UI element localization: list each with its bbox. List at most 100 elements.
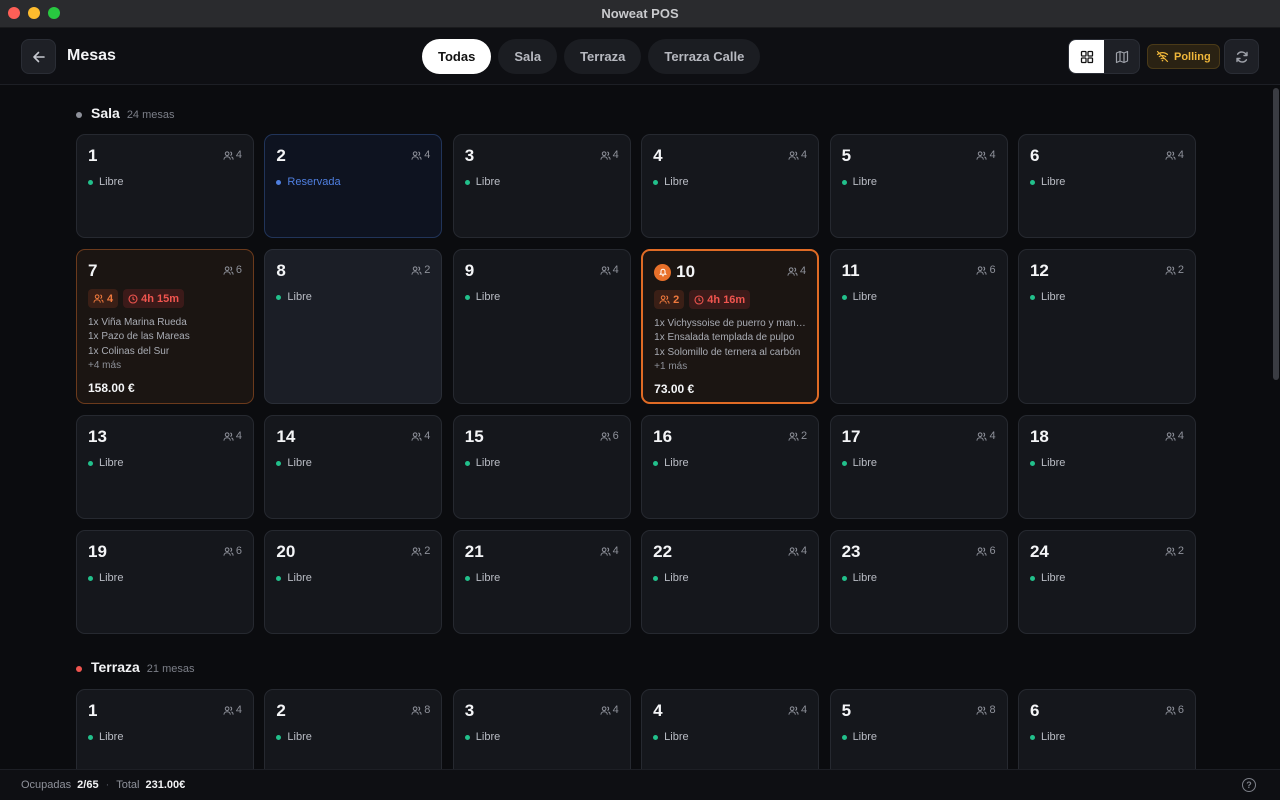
table-card[interactable]: 4 4 Libre — [641, 689, 820, 769]
users-icon — [411, 150, 422, 160]
tab-sala[interactable]: Sala — [498, 39, 558, 74]
table-status: Libre — [653, 176, 807, 188]
table-card[interactable]: 17 4 Libre — [829, 415, 1008, 519]
table-card[interactable]: 24 2 Libre — [1017, 530, 1196, 634]
table-number-row: 2 — [276, 146, 430, 166]
table-card[interactable]: 11 6 Libre — [829, 249, 1008, 404]
seat-count: 4 — [235, 430, 242, 442]
tab-todas[interactable]: Todas — [422, 39, 492, 74]
table-capacity: 4 — [411, 430, 430, 442]
table-number-row: 5 — [842, 701, 996, 721]
seat-count: 4 — [801, 149, 808, 161]
status-label: Libre — [1040, 731, 1066, 743]
table-card[interactable]: 8 2 Libre — [264, 249, 443, 404]
table-number-row: 14 — [276, 427, 430, 447]
occupied-value: 2/65 — [77, 779, 99, 791]
table-card[interactable]: 9 4 Libre — [452, 249, 631, 404]
table-status: Libre — [1029, 291, 1184, 303]
seat-count: 6 — [612, 430, 619, 442]
map-view-button[interactable] — [1104, 40, 1139, 73]
help-icon[interactable]: ? — [1242, 778, 1256, 792]
users-icon — [600, 431, 611, 441]
polling-status-badge[interactable]: Polling — [1147, 44, 1220, 69]
bell-icon — [658, 268, 667, 277]
table-card[interactable]: 6 4 Libre — [1017, 134, 1196, 238]
table-number-row: 13 — [88, 427, 242, 447]
table-card[interactable]: 5 8 Libre — [829, 689, 1008, 769]
table-number-row: 7 — [88, 261, 242, 281]
users-icon — [600, 705, 611, 715]
table-card[interactable]: 7 6 4 4h 15m 1x Viña Marina Rueda 1x Pazo de … — [76, 249, 254, 404]
users-icon — [976, 431, 988, 441]
table-card[interactable]: 1 4 Libre — [76, 689, 254, 769]
tab-terraza-calle[interactable]: Terraza Calle — [648, 39, 761, 74]
table-status: Libre — [276, 457, 430, 469]
table-card[interactable]: 1 4 Libre — [76, 134, 254, 238]
table-card[interactable]: 14 4 Libre — [264, 415, 443, 519]
tab-terraza[interactable]: Terraza — [564, 39, 642, 74]
table-card[interactable]: 12 2 Libre — [1017, 249, 1196, 404]
seat-count: 4 — [424, 430, 431, 442]
table-capacity: 4 — [788, 704, 807, 716]
section-header: Sala 24 mesas — [76, 105, 1196, 125]
table-capacity: 4 — [788, 149, 807, 161]
sala-tables-grid: 1 4 Libre 2 4 Reservada 3 4 Libre 4 4 Libre 5 4 Libre 6… — [76, 134, 1196, 634]
table-capacity: 8 — [411, 704, 430, 716]
refresh-button[interactable] — [1224, 39, 1259, 74]
table-card[interactable]: 19 6 Libre — [76, 530, 254, 634]
table-card[interactable]: 6 6 Libre — [1017, 689, 1196, 769]
table-card[interactable]: 23 6 Libre — [829, 530, 1008, 634]
table-card[interactable]: 21 4 Libre — [452, 530, 631, 634]
order-item: 1x Vichyssoise de puerro y manzana — [654, 318, 807, 329]
table-capacity: 2 — [1165, 545, 1184, 557]
vertical-scrollbar[interactable] — [1273, 88, 1279, 380]
page-title: Mesas — [67, 47, 116, 64]
table-card[interactable]: 10 4 2 4h 16m 1x Vichyssoise de puerro y man… — [641, 249, 820, 404]
table-card[interactable]: 16 2 Libre — [641, 415, 820, 519]
tables-scroll-area[interactable]: Sala 24 mesas 1 4 Libre 2 4 Reservada 3 4 Libre 4… — [0, 86, 1270, 769]
more-items: +1 más — [654, 360, 688, 372]
status-label: Libre — [852, 572, 878, 584]
table-card[interactable]: 18 4 Libre — [1017, 415, 1196, 519]
table-card[interactable]: 15 6 Libre — [452, 415, 631, 519]
table-number-row: 6 — [1030, 701, 1184, 721]
table-card[interactable]: 2 4 Reservada — [264, 134, 443, 238]
table-capacity: 2 — [1165, 264, 1184, 276]
status-dot — [1029, 294, 1035, 300]
view-mode-toggle — [1068, 39, 1140, 74]
table-card[interactable]: 2 8 Libre — [264, 689, 443, 769]
minimize-window-button[interactable] — [28, 7, 40, 19]
table-status: Libre — [1029, 572, 1184, 584]
table-card[interactable]: 4 4 Libre — [641, 134, 820, 238]
table-capacity: 8 — [976, 704, 996, 716]
users-icon — [411, 546, 422, 556]
back-button[interactable] — [21, 39, 56, 74]
table-card[interactable]: 5 4 Libre — [829, 134, 1008, 238]
status-label: Libre — [99, 457, 124, 469]
status-label: Libre — [664, 176, 689, 188]
table-card[interactable]: 3 4 Libre — [452, 134, 631, 238]
elapsed-time: 4h 16m — [707, 293, 746, 306]
more-items: +4 más — [88, 359, 122, 371]
users-icon — [1165, 705, 1176, 715]
table-number-row: 3 — [465, 701, 619, 721]
table-card[interactable]: 3 4 Libre — [452, 689, 631, 769]
table-number: 23 — [841, 542, 861, 561]
table-status: Libre — [88, 176, 242, 188]
table-card[interactable]: 22 4 Libre — [641, 530, 820, 634]
table-number: 13 — [88, 427, 107, 446]
grid-view-button[interactable] — [1069, 40, 1104, 73]
table-badges: 4 4h 15m — [88, 289, 242, 308]
close-window-button[interactable] — [8, 7, 20, 19]
seat-count: 4 — [612, 264, 619, 276]
maximize-window-button[interactable] — [48, 7, 60, 19]
order-item: 1x Solomillo de ternera al carbón — [654, 346, 801, 358]
seat-count: 6 — [235, 545, 242, 557]
section-name: Sala — [91, 105, 120, 121]
table-card[interactable]: 13 4 Libre — [76, 415, 254, 519]
table-status: Libre — [88, 572, 242, 584]
table-card[interactable]: 20 2 Libre — [264, 530, 443, 634]
status-dot — [88, 460, 93, 466]
wifi-off-icon — [1156, 50, 1169, 63]
seat-count: 2 — [424, 264, 431, 276]
